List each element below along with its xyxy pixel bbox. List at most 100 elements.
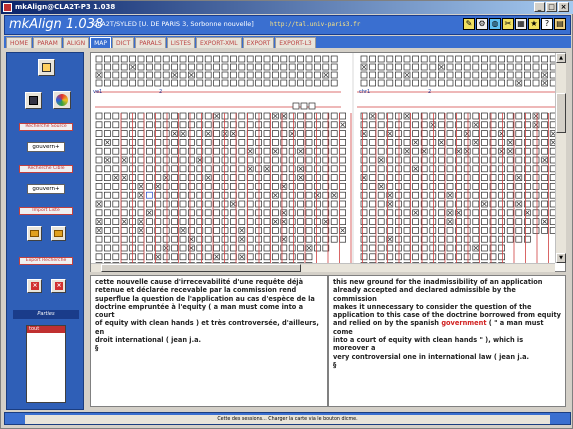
alignment-cell[interactable]: [204, 55, 212, 63]
alignment-cell[interactable]: [305, 139, 313, 146]
alignment-cell[interactable]: [162, 139, 170, 146]
alignment-cell[interactable]: [112, 147, 120, 155]
alignment-cell[interactable]: [369, 174, 376, 181]
alignment-cell[interactable]: [179, 63, 187, 71]
alignment-cell[interactable]: [369, 218, 376, 225]
alignment-cell[interactable]: [179, 79, 187, 87]
alignment-cell[interactable]: [305, 209, 313, 217]
alignment-cell[interactable]: [305, 253, 313, 261]
alignment-cell[interactable]: [420, 55, 428, 63]
alignment-cell[interactable]: [472, 191, 480, 199]
alignment-cell[interactable]: [403, 244, 411, 252]
alignment-cell[interactable]: [532, 139, 540, 146]
alignment-cell[interactable]: [112, 165, 120, 173]
alignment-cell[interactable]: [272, 156, 279, 164]
alignment-cell[interactable]: [395, 200, 402, 208]
alignment-cell[interactable]: [330, 112, 338, 120]
globe-icon[interactable]: ◍: [489, 18, 501, 30]
alignment-cell[interactable]: [171, 139, 178, 146]
alignment-cell[interactable]: [246, 191, 254, 199]
alignment-cell[interactable]: [288, 55, 296, 63]
alignment-cell[interactable]: [112, 121, 120, 129]
alignment-cell[interactable]: [506, 191, 514, 199]
alignment-cell[interactable]: [412, 63, 419, 71]
alignment-cell[interactable]: [297, 71, 304, 79]
alignment-cell[interactable]: [305, 156, 313, 164]
alignment-cell[interactable]: [297, 235, 304, 243]
alignment-cell[interactable]: [463, 209, 471, 217]
alignment-cell[interactable]: [120, 121, 128, 129]
settings-button[interactable]: [53, 91, 71, 109]
alignment-cell[interactable]: [263, 191, 271, 199]
scroll-down-arrow[interactable]: ▼: [556, 253, 566, 263]
alignment-cell[interactable]: [541, 174, 548, 181]
alignment-cell[interactable]: [104, 209, 111, 217]
alignment-cell[interactable]: [463, 165, 471, 173]
alignment-cell[interactable]: [498, 183, 505, 190]
alignment-cell[interactable]: [230, 191, 237, 199]
alignment-cell[interactable]: [188, 63, 195, 71]
alignment-cell[interactable]: [541, 63, 548, 71]
alignment-cell[interactable]: [171, 191, 178, 199]
alignment-cell[interactable]: [339, 112, 346, 120]
alignment-cell[interactable]: [104, 253, 111, 261]
alignment-cell[interactable]: [532, 218, 540, 225]
alignment-cell[interactable]: [179, 147, 187, 155]
alignment-cell[interactable]: [137, 244, 145, 252]
alignment-cell[interactable]: [308, 102, 316, 110]
alignment-cell[interactable]: [305, 227, 313, 234]
alignment-cell[interactable]: [403, 174, 411, 181]
alignment-cell[interactable]: [314, 139, 321, 146]
alignment-cell[interactable]: [395, 174, 402, 181]
alignment-cell[interactable]: [137, 200, 145, 208]
alignment-cell[interactable]: [403, 191, 411, 199]
alignment-cell[interactable]: [95, 130, 103, 137]
alignment-cell[interactable]: [95, 253, 103, 261]
alignment-cell[interactable]: [472, 147, 480, 155]
alignment-cell[interactable]: [238, 156, 246, 164]
alignment-cell[interactable]: [104, 55, 111, 63]
alignment-cell[interactable]: [360, 191, 368, 199]
alignment-cell[interactable]: [515, 55, 523, 63]
alignment-cell[interactable]: [196, 218, 204, 225]
alignment-cell[interactable]: [532, 227, 540, 234]
alignment-cell[interactable]: [272, 183, 279, 190]
alignment-cell[interactable]: [137, 147, 145, 155]
alignment-cell[interactable]: [255, 79, 262, 87]
alignment-cell[interactable]: [403, 139, 411, 146]
alignment-cell[interactable]: [188, 121, 195, 129]
alignment-cell[interactable]: [179, 156, 187, 164]
alignment-cell[interactable]: [498, 227, 505, 234]
alignment-cell[interactable]: [95, 63, 103, 71]
alignment-cell[interactable]: [104, 121, 111, 129]
alignment-cell[interactable]: [188, 79, 195, 87]
alignment-cell[interactable]: [339, 209, 346, 217]
alignment-cell[interactable]: [112, 244, 120, 252]
alignment-cell[interactable]: [515, 147, 523, 155]
alignment-cell[interactable]: [438, 227, 445, 234]
alignment-cell[interactable]: [297, 112, 304, 120]
alignment-cell[interactable]: [412, 121, 419, 129]
alignment-cell[interactable]: [481, 209, 488, 217]
alignment-cell[interactable]: [377, 165, 385, 173]
alignment-cell[interactable]: [120, 235, 128, 243]
alignment-cell[interactable]: [463, 121, 471, 129]
alignment-cell[interactable]: [95, 55, 103, 63]
alignment-cell[interactable]: [429, 235, 437, 243]
alignment-cell[interactable]: [395, 165, 402, 173]
alignment-cell[interactable]: [272, 55, 279, 63]
alignment-cell[interactable]: [515, 165, 523, 173]
alignment-cell[interactable]: [297, 253, 304, 261]
alignment-cell[interactable]: [129, 55, 136, 63]
alignment-cell[interactable]: [438, 218, 445, 225]
alignment-cell[interactable]: [221, 156, 229, 164]
alignment-cell[interactable]: [137, 209, 145, 217]
alignment-cell[interactable]: [112, 183, 120, 190]
alignment-cell[interactable]: [171, 235, 178, 243]
alignment-cell[interactable]: [196, 63, 204, 71]
alignment-cell[interactable]: [472, 112, 480, 120]
alignment-cell[interactable]: [188, 174, 195, 181]
alignment-cell[interactable]: [429, 79, 437, 87]
alignment-cell[interactable]: [246, 174, 254, 181]
alignment-cell[interactable]: [472, 156, 480, 164]
